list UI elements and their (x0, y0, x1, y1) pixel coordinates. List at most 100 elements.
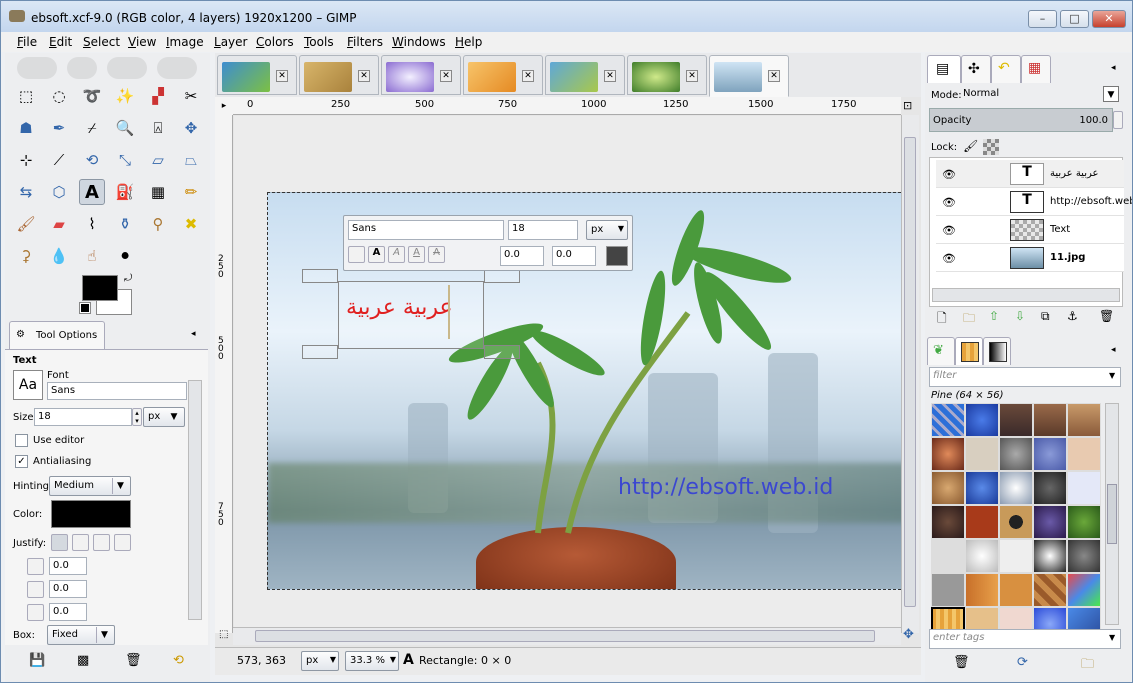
raise-layer-icon[interactable]: ⇧ (989, 309, 999, 323)
pattern-swatch[interactable] (999, 505, 1033, 539)
new-layer-icon[interactable]: 🗋 (937, 309, 947, 330)
text-unit-combo[interactable]: px ▼ (586, 220, 628, 240)
menu-colors[interactable]: Colors (256, 35, 294, 49)
menu-file[interactable]: File (17, 35, 37, 49)
arabic-text-layer[interactable]: عربية عربية (346, 295, 453, 320)
visibility-eye-icon[interactable]: 👁 (942, 196, 956, 209)
scissors-icon[interactable]: ✂ (178, 83, 204, 109)
pattern-swatch[interactable] (965, 505, 999, 539)
text-box-handle[interactable] (302, 269, 338, 283)
new-group-icon[interactable]: 🗀 (963, 309, 975, 330)
pattern-swatch[interactable] (1067, 505, 1101, 539)
tab-brushes[interactable]: ❦ (927, 337, 955, 365)
menu-windows[interactable]: Windows (392, 35, 446, 49)
open-pattern-folder-icon[interactable]: 🗀 (1081, 655, 1094, 677)
pattern-swatch[interactable] (931, 403, 965, 437)
text-color-button[interactable] (51, 500, 131, 528)
clone-icon[interactable]: ⚲ (145, 211, 171, 237)
size-field[interactable]: 18 (34, 408, 132, 426)
fuzzy-select-icon[interactable]: ✨ (112, 83, 138, 109)
restore-options-icon[interactable]: ▩ (77, 653, 89, 668)
close-icon[interactable]: ✕ (768, 70, 780, 82)
panel-menu-icon[interactable]: ◂ (1111, 63, 1116, 73)
cage-transform-icon[interactable]: ⬡ (46, 179, 72, 205)
layer-row[interactable]: 👁 T عربية عربية (936, 160, 1124, 188)
anchor-layer-icon[interactable]: ⚓ (1067, 309, 1078, 323)
close-icon[interactable]: ✕ (686, 70, 698, 82)
perspective-icon[interactable]: ⏢ (178, 147, 204, 173)
box-combo[interactable]: Fixed ▼ (47, 625, 115, 645)
delete-pattern-icon[interactable]: 🗑 (953, 655, 970, 670)
canvas-viewport[interactable]: http://ebsoft.web.id عربية عربية Sans 18… (234, 116, 906, 634)
image-tab[interactable]: ✕ (545, 55, 625, 95)
close-icon[interactable]: ✕ (440, 70, 452, 82)
airbrush-icon[interactable]: ⌇ (79, 211, 105, 237)
scale-icon[interactable]: ⤡ (112, 147, 138, 173)
justify-right-icon[interactable] (72, 534, 89, 551)
menu-help[interactable]: Help (455, 35, 482, 49)
eraser-icon[interactable]: ▰ (46, 211, 72, 237)
heal-icon[interactable]: ✖ (178, 211, 204, 237)
hinting-combo[interactable]: Medium ▼ (49, 476, 131, 496)
underline-icon[interactable]: A (408, 246, 425, 263)
reset-options-icon[interactable]: ⟲ (173, 653, 184, 668)
zoom-combo[interactable]: 33.3 % ▼ (345, 651, 399, 671)
pattern-swatch[interactable] (1067, 403, 1101, 437)
vertical-scrollbar[interactable] (901, 115, 919, 633)
pattern-swatch[interactable] (1067, 539, 1101, 573)
pattern-swatch[interactable] (931, 437, 965, 471)
pattern-swatch[interactable] (1033, 471, 1067, 505)
dodge-burn-icon[interactable]: ⚫ (112, 243, 138, 269)
visibility-eye-icon[interactable]: 👁 (942, 224, 956, 237)
justify-fill-icon[interactable] (114, 534, 131, 551)
delete-options-icon[interactable]: 🗑 (125, 653, 142, 668)
panel-menu-icon[interactable]: ◂ (1111, 345, 1116, 355)
perspective-clone-icon[interactable]: ⚳ (13, 243, 39, 269)
kerning-field[interactable]: 0.0 (552, 246, 596, 266)
text-color-swatch[interactable] (606, 246, 628, 266)
clear-style-icon[interactable] (348, 246, 365, 263)
close-icon[interactable]: ✕ (604, 70, 616, 82)
horizontal-scrollbar[interactable] (233, 627, 901, 645)
tab-undo[interactable]: ↶ (991, 55, 1021, 83)
strikethrough-icon[interactable]: A (428, 246, 445, 263)
pattern-swatch[interactable] (931, 539, 965, 573)
close-icon[interactable]: ✕ (358, 70, 370, 82)
tab-channels[interactable]: ▦ (1021, 55, 1051, 83)
layer-row[interactable]: 👁 Text (936, 216, 1124, 244)
tab-tool-options[interactable]: ⚙ Tool Options (9, 321, 105, 349)
duplicate-layer-icon[interactable]: ⧉ (1041, 309, 1050, 324)
menu-layer[interactable]: Layer (214, 35, 247, 49)
use-editor-checkbox[interactable] (15, 434, 28, 447)
quick-mask-icon[interactable]: ⬚ (219, 629, 228, 640)
opacity-slider[interactable]: Opacity 100.0 (929, 108, 1113, 132)
move-icon[interactable]: ✥ (178, 115, 204, 141)
menu-select[interactable]: Select (83, 35, 120, 49)
text-size-field[interactable]: 18 (508, 220, 578, 240)
lock-pixels-icon[interactable]: 🖌 (963, 139, 978, 153)
ink-icon[interactable]: ⚱ (112, 211, 138, 237)
text-box-handle[interactable] (484, 269, 520, 283)
pattern-swatch[interactable] (965, 539, 999, 573)
pattern-swatch[interactable] (965, 403, 999, 437)
image-tab[interactable]: ✕ (627, 55, 707, 95)
line-spacing-field[interactable]: 0.0 (49, 580, 87, 598)
pattern-swatch[interactable] (965, 471, 999, 505)
panel-menu-icon[interactable]: ◂ (191, 329, 196, 339)
menu-view[interactable]: View (128, 35, 156, 49)
text-font-field[interactable]: Sans (348, 220, 504, 240)
navigate-icon[interactable]: ✥ (903, 627, 914, 642)
rotate-icon[interactable]: ⟲ (79, 147, 105, 173)
font-field[interactable]: Sans (47, 382, 187, 400)
close-icon[interactable]: ✕ (522, 70, 534, 82)
delete-layer-icon[interactable]: 🗑 (1099, 309, 1114, 323)
paintbrush-icon[interactable]: 🖌 (13, 211, 39, 237)
layer-row[interactable]: 👁 T http://ebsoft.web (936, 188, 1132, 216)
lasso-icon[interactable]: ➰ (79, 83, 105, 109)
menu-arrow-icon[interactable]: ▸ (215, 97, 233, 115)
foreground-select-icon[interactable]: ☗ (13, 115, 39, 141)
tab-layers[interactable]: ▤ (927, 55, 961, 83)
tab-patterns[interactable] (955, 337, 983, 365)
ellipse-select-icon[interactable]: ◌ (46, 83, 72, 109)
image-canvas[interactable]: http://ebsoft.web.id عربية عربية Sans 18… (267, 192, 906, 590)
